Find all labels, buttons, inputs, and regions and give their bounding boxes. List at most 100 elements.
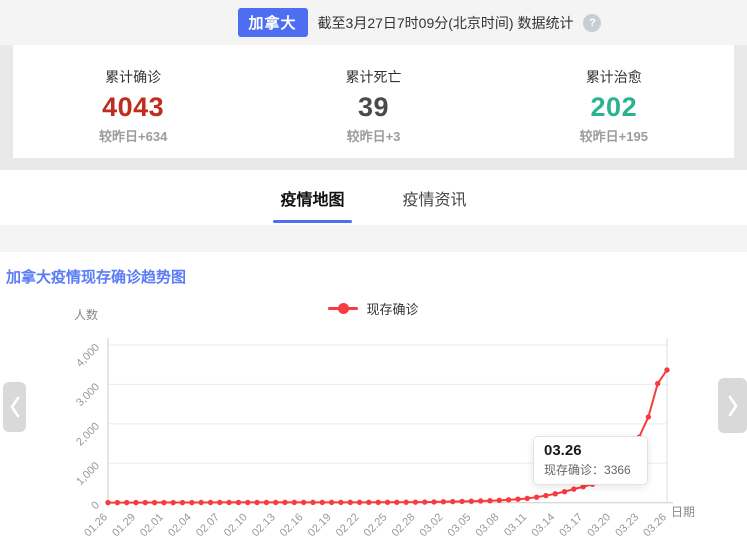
y-tick-label: 4,000 [74, 342, 102, 370]
data-point [375, 500, 380, 505]
tab-epidemic-news-label: 疫情资讯 [403, 192, 467, 209]
trend-chart-section: 加拿大疫情现存确诊趋势图 现存确诊 人数 日期 01,0002,0003,000… [0, 252, 747, 559]
chart-legend[interactable]: 现存确诊 [0, 299, 747, 318]
data-point [301, 500, 306, 505]
top-bar: 加拿大 截至3月27日7时09分(北京时间) 数据统计 ? [0, 0, 747, 45]
tab-epidemic-map-label: 疫情地图 [280, 192, 344, 209]
x-tick-label: 02.22 [334, 511, 362, 539]
data-point [282, 500, 287, 505]
stat-confirmed-delta: 较昨日+634 [13, 126, 253, 145]
data-point [413, 499, 418, 504]
data-point [459, 499, 464, 504]
tooltip-series-label: 现存确诊： [544, 463, 604, 477]
x-tick-label: 03.11 [502, 511, 529, 538]
data-point [310, 500, 315, 505]
stat-deaths: 累计死亡 39 较昨日+3 [253, 45, 493, 158]
data-point [515, 496, 520, 501]
stat-deaths-delta: 较昨日+3 [253, 126, 493, 145]
data-point [525, 496, 530, 501]
data-point [198, 500, 203, 505]
y-tick-label: 3,000 [74, 381, 102, 409]
x-tick-label: 03.08 [473, 511, 501, 539]
data-point [171, 500, 176, 505]
section-divider [0, 225, 747, 252]
data-point [506, 497, 511, 502]
x-tick-label: 02.01 [138, 511, 166, 539]
stat-cured-label: 累计治愈 [494, 67, 734, 87]
data-point [105, 500, 110, 505]
carousel-prev-button[interactable] [3, 382, 26, 432]
help-icon[interactable]: ? [583, 14, 601, 32]
data-point [226, 500, 231, 505]
data-point [497, 498, 502, 503]
x-tick-label: 03.26 [641, 511, 669, 539]
data-point [189, 500, 194, 505]
y-tick-label: 0 [89, 499, 102, 512]
data-point [450, 499, 455, 504]
data-point [338, 500, 343, 505]
data-point [245, 500, 250, 505]
data-point [124, 500, 129, 505]
x-tick-label: 02.28 [390, 511, 418, 539]
legend-line-marker-icon [328, 303, 358, 314]
tooltip-date: 03.26 [544, 442, 637, 459]
x-tick-label: 01.26 [82, 511, 110, 539]
x-tick-label: 03.05 [446, 511, 474, 539]
data-timestamp-text: 截至3月27日7时09分(北京时间) 数据统计 [318, 13, 574, 33]
data-point [329, 500, 334, 505]
data-point [422, 499, 427, 504]
data-point [403, 499, 408, 504]
region-badge: 加拿大 [238, 8, 308, 37]
x-tick-label: 02.10 [222, 511, 250, 539]
data-point [273, 500, 278, 505]
data-point [385, 500, 390, 505]
data-point [161, 500, 166, 505]
x-tick-label: 03.14 [529, 511, 557, 539]
data-point [534, 494, 539, 499]
x-tick-label: 02.25 [362, 511, 390, 539]
data-point [543, 493, 548, 498]
data-point [236, 500, 241, 505]
data-point [562, 489, 567, 494]
data-point [292, 500, 297, 505]
data-point [553, 491, 558, 496]
x-tick-label: 03.23 [613, 511, 641, 539]
chevron-right-icon [727, 395, 739, 417]
data-point [571, 486, 576, 491]
x-tick-label: 02.19 [306, 511, 334, 539]
data-point [115, 500, 120, 505]
legend-series-label: 现存确诊 [366, 299, 418, 318]
data-point [478, 498, 483, 503]
stat-deaths-value: 39 [253, 92, 493, 123]
data-point [320, 500, 325, 505]
data-point [208, 500, 213, 505]
chart-tooltip: 03.26 现存确诊：3366 [533, 436, 648, 485]
data-point [152, 500, 157, 505]
data-point [357, 500, 362, 505]
data-point [254, 500, 259, 505]
data-point [264, 500, 269, 505]
stats-summary-card: 累计确诊 4043 较昨日+634 累计死亡 39 较昨日+3 累计治愈 202… [13, 45, 734, 158]
data-point [655, 381, 660, 386]
x-tick-label: 03.17 [557, 511, 585, 539]
tab-epidemic-map[interactable]: 疫情地图 [280, 180, 344, 216]
tab-epidemic-news[interactable]: 疫情资讯 [403, 180, 467, 216]
chevron-left-icon [9, 396, 21, 418]
chart-title: 加拿大疫情现存确诊趋势图 [6, 266, 186, 287]
data-point [180, 500, 185, 505]
data-point [664, 367, 669, 372]
stat-cured-delta: 较昨日+195 [494, 126, 734, 145]
data-point [394, 500, 399, 505]
data-point [487, 498, 492, 503]
carousel-next-button[interactable] [718, 378, 747, 433]
y-tick-label: 1,000 [74, 460, 102, 488]
y-tick-label: 2,000 [74, 420, 102, 448]
stat-confirmed-value: 4043 [13, 92, 253, 123]
x-tick-label: 03.20 [585, 511, 613, 539]
stat-confirmed: 累计确诊 4043 较昨日+634 [13, 45, 253, 158]
top-bar-content: 加拿大 截至3月27日7时09分(北京时间) 数据统计 ? [238, 8, 602, 37]
data-point [646, 414, 651, 419]
active-tab-underline [273, 220, 351, 223]
data-point [348, 500, 353, 505]
x-tick-label: 02.04 [166, 511, 194, 539]
